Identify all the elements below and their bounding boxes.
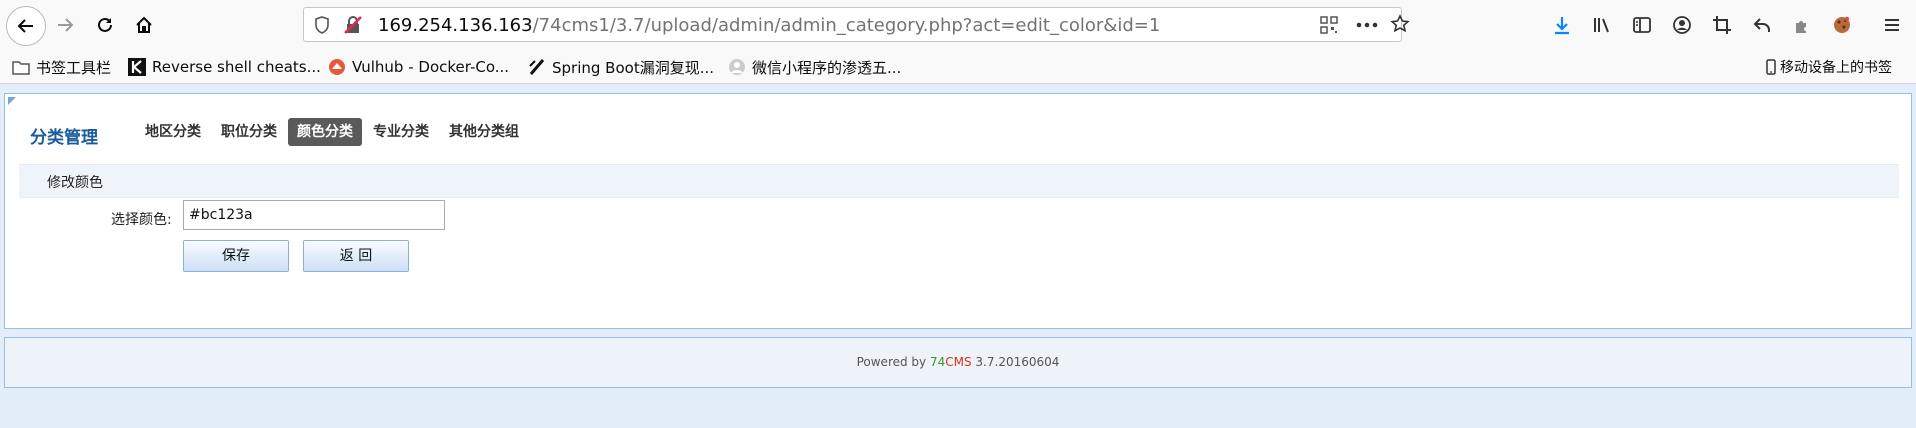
folder-icon xyxy=(12,58,30,76)
slash-logo-icon xyxy=(528,58,546,76)
bookmark-label: 微信小程序的渗透五... xyxy=(752,58,902,77)
section-title: 修改颜色 xyxy=(47,175,103,191)
back-button-form[interactable]: 返 回 xyxy=(303,240,409,272)
main-panel: 分类管理 地区分类 职位分类 颜色分类 专业分类 其他分类组 修改颜色 选择颜色… xyxy=(4,93,1912,329)
bookmarks-toolbar: 书签工具栏 Reverse shell cheats... Vulhub - D… xyxy=(0,50,1916,84)
back-button[interactable] xyxy=(6,6,46,46)
crop-icon xyxy=(1713,16,1731,34)
bookmark-label: Spring Boot漏洞复现... xyxy=(552,58,715,77)
downloads-button[interactable] xyxy=(1545,8,1579,42)
footer-version: 3.7.20160604 xyxy=(971,355,1060,369)
browser-toolbar: 169.254.136.163/74cms1/3.7/upload/admin/… xyxy=(0,0,1916,50)
address-bar[interactable]: 169.254.136.163/74cms1/3.7/upload/admin/… xyxy=(303,7,1410,42)
home-button[interactable] xyxy=(127,8,161,42)
globe-icon xyxy=(728,58,746,76)
tab-color[interactable]: 颜色分类 xyxy=(288,118,362,146)
menu-button[interactable] xyxy=(1875,8,1909,42)
tab-job[interactable]: 职位分类 xyxy=(212,118,286,146)
page-content: 分类管理 地区分类 职位分类 颜色分类 专业分类 其他分类组 修改颜色 选择颜色… xyxy=(0,84,1916,428)
puzzle-icon xyxy=(1796,21,1806,33)
bookmark-vulhub[interactable]: Vulhub - Docker-Co... xyxy=(328,57,509,77)
color-label: 选择颜色: xyxy=(111,212,172,228)
bookmark-spring-boot[interactable]: Spring Boot漏洞复现... xyxy=(528,57,714,77)
shield-icon[interactable] xyxy=(314,16,330,34)
bookmark-label: Vulhub - Docker-Co... xyxy=(352,58,510,76)
reload-icon xyxy=(98,17,112,32)
undo-button[interactable] xyxy=(1745,8,1779,42)
bookmark-label: Reverse shell cheats... xyxy=(152,58,321,76)
account-icon xyxy=(1673,16,1691,34)
reload-button[interactable] xyxy=(88,8,122,42)
panel-corner-decoration xyxy=(8,97,16,105)
tab-region[interactable]: 地区分类 xyxy=(136,118,210,146)
hamburger-menu-icon xyxy=(1885,19,1899,31)
bookmark-label: 书签工具栏 xyxy=(36,58,112,77)
library-button[interactable] xyxy=(1585,8,1619,42)
back-arrow-icon xyxy=(17,19,33,33)
k-logo-icon xyxy=(128,58,146,76)
download-icon xyxy=(1555,17,1569,35)
bookmark-label: 移动设备上的书签 xyxy=(1780,60,1892,76)
bookmark-toolbar-folder[interactable]: 书签工具栏 xyxy=(12,57,111,77)
color-input[interactable] xyxy=(183,200,445,230)
home-icon xyxy=(136,16,152,33)
footer: Powered by 74CMS 3.7.20160604 xyxy=(4,337,1912,388)
forward-arrow-icon xyxy=(58,18,74,32)
sidebar-button[interactable] xyxy=(1625,8,1659,42)
forward-button[interactable] xyxy=(48,8,82,42)
qr-code-icon[interactable] xyxy=(1320,16,1338,34)
url-host: 169.254.136.163 xyxy=(378,15,533,36)
vulhub-icon xyxy=(328,58,346,76)
tab-other-group[interactable]: 其他分类组 xyxy=(440,118,528,146)
account-button[interactable] xyxy=(1665,8,1699,42)
page-title: 分类管理 xyxy=(30,128,98,148)
library-icon xyxy=(1594,18,1609,33)
url-path: /74cms1/3.7/upload/admin/admin_category.… xyxy=(532,15,1161,36)
screenshot-button[interactable] xyxy=(1705,8,1739,42)
save-button[interactable]: 保存 xyxy=(183,240,289,272)
bookmark-wechat-mini[interactable]: 微信小程序的渗透五... xyxy=(728,57,901,77)
bookmark-reverse-shell[interactable]: Reverse shell cheats... xyxy=(128,57,321,77)
bookmark-star-icon[interactable] xyxy=(1390,14,1410,34)
undo-arrow-icon xyxy=(1753,18,1770,32)
sidebar-icon xyxy=(1633,17,1651,33)
footer-brand-cms: CMS xyxy=(945,355,972,369)
bookmark-mobile[interactable]: 移动设备上的书签 xyxy=(1766,57,1892,77)
insecure-lock-icon[interactable] xyxy=(344,16,362,34)
mobile-phone-icon xyxy=(1766,58,1776,76)
extension-button[interactable] xyxy=(1785,8,1819,42)
footer-prefix: Powered by xyxy=(856,355,930,369)
more-actions-icon[interactable] xyxy=(1356,22,1378,28)
footer-brand-74: 74 xyxy=(929,355,946,369)
cookie-extension-button[interactable] xyxy=(1825,8,1859,42)
section-header: 修改颜色 xyxy=(19,164,1899,198)
url-text[interactable]: 169.254.136.163/74cms1/3.7/upload/admin/… xyxy=(378,15,1160,36)
cookie-icon xyxy=(1834,16,1850,33)
tab-major[interactable]: 专业分类 xyxy=(364,118,438,146)
